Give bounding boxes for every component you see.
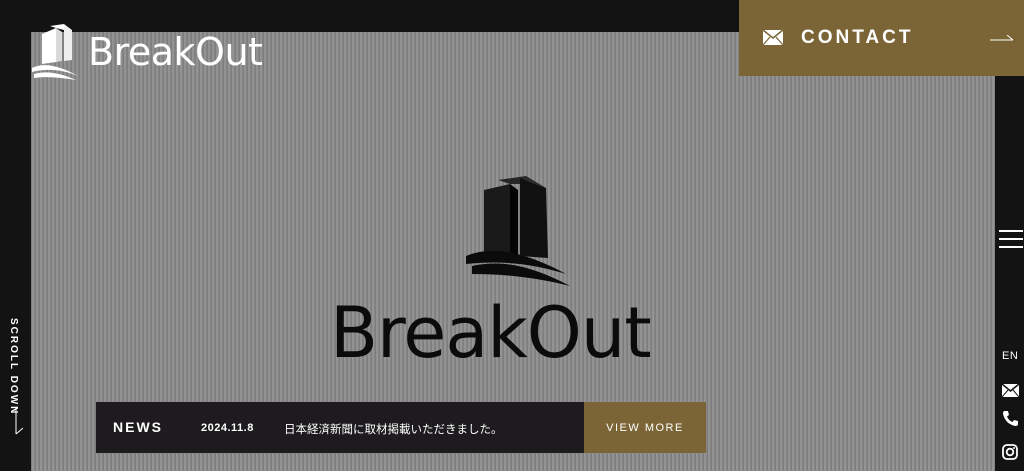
- contact-label: CONTACT: [801, 27, 914, 48]
- menu-line: [999, 230, 1023, 232]
- menu-line: [999, 238, 1023, 240]
- mail-icon[interactable]: [1002, 384, 1019, 397]
- instagram-icon[interactable]: [1002, 444, 1018, 460]
- news-bar: NEWS 2024.11.8 日本経済新聞に取材掲載いただきました。: [96, 402, 584, 453]
- news-label: NEWS: [113, 419, 163, 435]
- contact-button[interactable]: CONTACT: [739, 0, 1024, 76]
- language-switch[interactable]: EN: [1002, 350, 1018, 362]
- menu-line: [999, 246, 1023, 248]
- scroll-down-label[interactable]: SCROLL DOWN: [8, 318, 19, 415]
- news-date: 2024.11.8: [201, 422, 254, 434]
- scroll-arrow-icon: [15, 408, 24, 435]
- hero-wordmark: BreakOut: [330, 292, 652, 374]
- building-emblem-icon: [466, 176, 570, 286]
- arrow-right-icon: [990, 35, 1014, 41]
- building-logo-icon: [32, 24, 78, 80]
- site-logo[interactable]: BreakOut: [30, 22, 263, 82]
- view-more-button[interactable]: VIEW MORE: [584, 402, 706, 453]
- news-headline[interactable]: 日本経済新聞に取材掲載いただきました。: [284, 421, 503, 437]
- phone-icon[interactable]: [1002, 410, 1019, 427]
- site-logo-text: BreakOut: [88, 30, 263, 74]
- mail-icon: [763, 30, 783, 45]
- hamburger-menu-icon[interactable]: [999, 230, 1023, 252]
